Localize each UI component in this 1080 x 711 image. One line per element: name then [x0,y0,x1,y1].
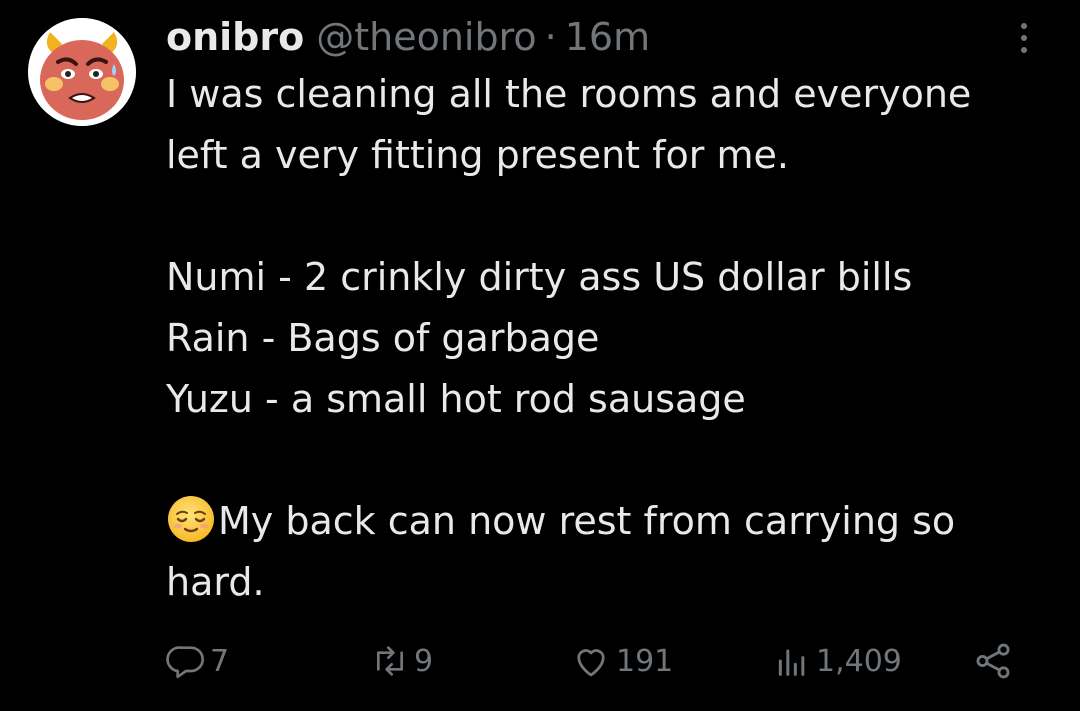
tweet-header: onibro @theonibro · 16m [166,12,650,62]
tweet-line: Yuzu - a small hot rod sausage [166,377,746,421]
share-button[interactable] [972,636,1014,686]
separator-dot: · [544,15,557,59]
share-icon [972,640,1014,682]
more-options-icon[interactable] [1010,18,1038,58]
reply-button[interactable]: 7 [166,636,229,686]
tweet-line: hard. [166,560,265,604]
timestamp[interactable]: 16m [565,15,650,59]
views-icon [772,641,812,681]
tweet-line: Numi - 2 crinkly dirty ass US dollar bil… [166,255,913,299]
tweet-actions: 7 9 191 1,409 [166,636,1046,686]
reply-icon [166,641,206,681]
tweet-line: Rain - Bags of garbage [166,316,600,360]
user-handle[interactable]: @theonibro [316,15,536,59]
repost-count: 9 [414,643,434,679]
tweet-line: left a very fitting present for me. [166,133,789,177]
display-name[interactable]: onibro [166,15,304,59]
tweet-text: I was cleaning all the rooms and everyon… [166,64,1046,613]
views-button[interactable]: 1,409 [772,636,902,686]
repost-icon [370,641,410,681]
heart-icon [570,640,612,682]
tweet-line-text: My back can now rest from carrying so [218,499,956,543]
repost-button[interactable]: 9 [370,636,433,686]
tweet-line: I was cleaning all the rooms and everyon… [166,72,972,116]
like-count: 191 [616,643,674,679]
avatar[interactable] [28,18,136,126]
relieved-face-emoji [166,494,216,544]
views-count: 1,409 [816,643,902,679]
tweet: onibro @theonibro · 16m I was cleaning a… [0,0,1080,711]
reply-count: 7 [210,643,230,679]
tweet-line-with-emoji: My back can now rest from carrying so [166,491,1046,552]
like-button[interactable]: 191 [570,636,673,686]
